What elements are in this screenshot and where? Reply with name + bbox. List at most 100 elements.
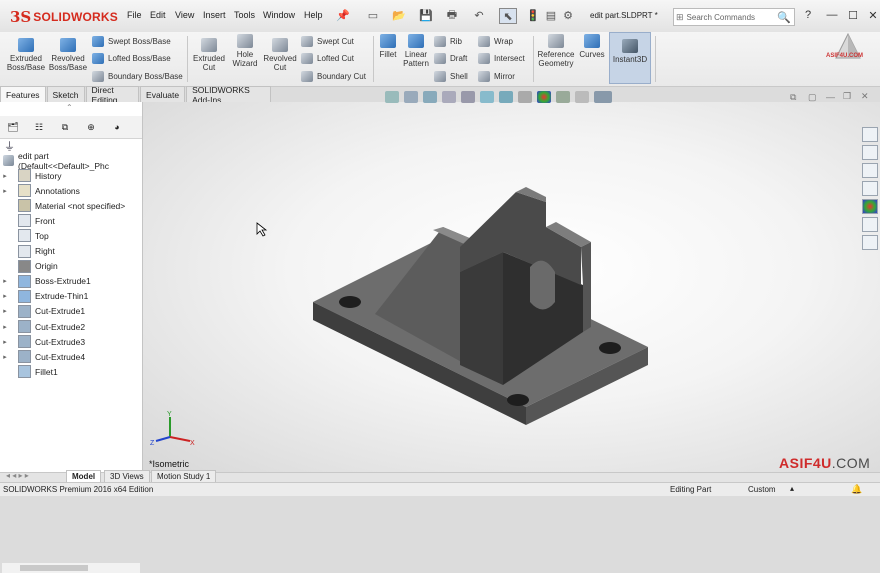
design-library-icon[interactable] bbox=[862, 145, 878, 160]
search-icon[interactable]: 🔍 bbox=[777, 11, 791, 24]
section-view-icon[interactable] bbox=[442, 91, 456, 103]
mirror-button[interactable]: Mirror bbox=[478, 69, 515, 83]
collapse-handle-icon[interactable]: ⌃ bbox=[66, 103, 73, 112]
file-properties-icon[interactable]: ▤ bbox=[543, 8, 559, 22]
edit-appearance-icon[interactable] bbox=[537, 91, 551, 103]
view-orientation-icon[interactable] bbox=[480, 91, 494, 103]
minimize-button[interactable]: — bbox=[824, 8, 840, 22]
print-icon[interactable]: 🖶 bbox=[444, 8, 460, 22]
expand-arrow-icon[interactable]: ▸ bbox=[0, 277, 10, 285]
intersect-button[interactable]: Intersect bbox=[478, 51, 525, 65]
fillet-button[interactable]: Fillet bbox=[376, 34, 400, 59]
notification-icon[interactable]: 🔔 bbox=[851, 484, 862, 495]
swept-cut-button[interactable]: Swept Cut bbox=[301, 34, 354, 48]
help-icon[interactable]: ? bbox=[800, 8, 816, 22]
instant3d-button[interactable]: Instant3D bbox=[609, 32, 651, 84]
tree-item-origin[interactable]: Origin bbox=[0, 259, 142, 274]
units-dropdown-icon[interactable]: ▴ bbox=[790, 484, 794, 493]
appearances-icon[interactable] bbox=[862, 199, 878, 214]
propertymanager-tab-icon[interactable]: ☷ bbox=[26, 117, 52, 137]
boundary-boss-button[interactable]: Boundary Boss/Base bbox=[92, 69, 183, 83]
wrap-button[interactable]: Wrap bbox=[478, 34, 513, 48]
configurationmanager-tab-icon[interactable]: ⧉ bbox=[52, 117, 78, 137]
expand-arrow-icon[interactable]: ▸ bbox=[0, 307, 10, 315]
previous-view-icon[interactable] bbox=[423, 91, 437, 103]
expand-arrow-icon[interactable]: ▸ bbox=[0, 353, 10, 361]
hole-wizard-button[interactable]: Hole Wizard bbox=[228, 34, 262, 68]
tree-item-cut-extrude4[interactable]: ▸ Cut-Extrude4 bbox=[0, 349, 142, 364]
menu-help[interactable]: Help bbox=[304, 10, 323, 20]
display-style-icon[interactable] bbox=[499, 91, 513, 103]
viewport-split-icon[interactable]: ▢ bbox=[808, 92, 817, 103]
display-manager-tab-icon[interactable]: ◕ bbox=[104, 117, 130, 137]
file-explorer-icon[interactable] bbox=[862, 163, 878, 178]
display-pane-icon[interactable] bbox=[594, 91, 612, 103]
tab-scroll-arrows-icon[interactable]: ◂ ◂ ▸ ▸ bbox=[6, 471, 29, 480]
view-palette-icon[interactable] bbox=[862, 181, 878, 196]
menu-file[interactable]: File bbox=[127, 10, 142, 20]
tab-addins[interactable]: SOLIDWORKS Add-Ins bbox=[186, 85, 271, 105]
revolved-boss-button[interactable]: Revolved Boss/Base bbox=[48, 38, 88, 72]
tab-sketch[interactable]: Sketch bbox=[46, 86, 85, 102]
new-document-icon[interactable]: ▭ bbox=[365, 8, 381, 22]
forum-icon[interactable] bbox=[862, 235, 878, 250]
tree-item-fillet1[interactable]: Fillet1 bbox=[0, 364, 142, 379]
filter-icon[interactable]: ⏚ bbox=[4, 138, 15, 154]
extruded-boss-button[interactable]: Extruded Boss/Base bbox=[6, 38, 46, 72]
search-input[interactable]: Search Commands bbox=[687, 13, 778, 22]
expand-arrow-icon[interactable]: ▸ bbox=[0, 323, 10, 331]
menu-insert[interactable]: Insert bbox=[203, 10, 226, 20]
open-icon[interactable]: 📂 bbox=[391, 8, 407, 22]
graphics-area[interactable]: Y X Z *Isometric ⎕ bbox=[143, 102, 880, 473]
menu-tools[interactable]: Tools bbox=[234, 10, 255, 20]
tree-item-material-not-specified[interactable]: Material <not specified> bbox=[0, 198, 142, 213]
tab-evaluate[interactable]: Evaluate bbox=[140, 86, 186, 102]
tree-item-cut-extrude1[interactable]: ▸ Cut-Extrude1 bbox=[0, 304, 142, 319]
shell-button[interactable]: Shell bbox=[434, 69, 468, 83]
save-icon[interactable]: 💾 bbox=[418, 8, 434, 22]
maximize-button[interactable]: ☐ bbox=[845, 8, 861, 22]
lofted-cut-button[interactable]: Lofted Cut bbox=[301, 51, 354, 65]
search-commands[interactable]: ⊞ Search Commands 🔍 bbox=[673, 8, 795, 26]
tree-item-cut-extrude3[interactable]: ▸ Cut-Extrude3 bbox=[0, 334, 142, 349]
close-button[interactable]: ✕ bbox=[865, 8, 880, 22]
menu-view[interactable]: View bbox=[175, 10, 194, 20]
rebuild-icon[interactable]: 🚦 bbox=[525, 8, 541, 22]
zoom-area-icon[interactable] bbox=[404, 91, 418, 103]
boundary-cut-button[interactable]: Boundary Cut bbox=[301, 69, 366, 83]
tree-item-extrude-thin1[interactable]: ▸ Extrude-Thin1 bbox=[0, 289, 142, 304]
solidworks-logo[interactable]: 3S SOLIDWORKS bbox=[10, 8, 118, 26]
tree-item-boss-extrude1[interactable]: ▸ Boss-Extrude1 bbox=[0, 274, 142, 289]
custom-properties-icon[interactable] bbox=[862, 217, 878, 232]
linear-pattern-button[interactable]: Linear Pattern bbox=[401, 34, 431, 68]
dynamic-annotation-icon[interactable] bbox=[461, 91, 475, 103]
dimxpert-tab-icon[interactable]: ⊕ bbox=[78, 117, 104, 137]
expand-arrow-icon[interactable]: ▸ bbox=[0, 338, 10, 346]
expand-arrow-icon[interactable]: ▸ bbox=[0, 292, 10, 300]
rib-button[interactable]: Rib bbox=[434, 34, 462, 48]
tree-item-top[interactable]: Top bbox=[0, 228, 142, 243]
draft-button[interactable]: Draft bbox=[434, 51, 467, 65]
pin-icon[interactable]: 📌 bbox=[335, 8, 351, 22]
tab-features[interactable]: Features bbox=[0, 86, 46, 102]
tree-item-history[interactable]: ▸ History bbox=[0, 168, 142, 183]
tree-item-right[interactable]: Right bbox=[0, 244, 142, 259]
expand-arrow-icon[interactable]: ▸ bbox=[0, 187, 10, 195]
select-icon[interactable]: ⬉ bbox=[499, 8, 517, 24]
tab-direct-editing[interactable]: Direct Editing bbox=[85, 85, 140, 105]
tree-item-front[interactable]: Front bbox=[0, 213, 142, 228]
viewport-close-icon[interactable]: ✕ bbox=[861, 91, 869, 102]
model-part[interactable] bbox=[143, 102, 880, 473]
reference-geometry-button[interactable]: Reference Geometry bbox=[536, 34, 576, 68]
scrollbar-thumb[interactable] bbox=[20, 565, 88, 571]
extruded-cut-button[interactable]: Extruded Cut bbox=[190, 38, 228, 72]
status-units[interactable]: Custom bbox=[748, 485, 776, 494]
menu-edit[interactable]: Edit bbox=[150, 10, 166, 20]
hide-show-items-icon[interactable] bbox=[518, 91, 532, 103]
apply-scene-icon[interactable] bbox=[556, 91, 570, 103]
view-settings-icon[interactable] bbox=[575, 91, 589, 103]
curves-button[interactable]: Curves bbox=[578, 34, 606, 59]
swept-boss-button[interactable]: Swept Boss/Base bbox=[92, 34, 171, 48]
viewport-restore-icon[interactable]: ⧉ bbox=[790, 92, 796, 103]
solidworks-resources-icon[interactable] bbox=[862, 127, 878, 142]
